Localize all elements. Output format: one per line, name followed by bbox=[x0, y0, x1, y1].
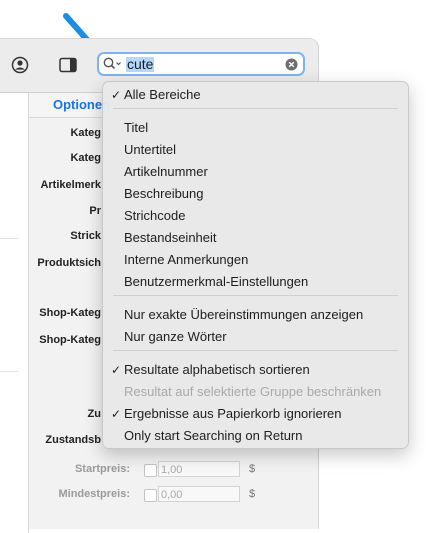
form-label: Kateg bbox=[70, 127, 101, 139]
search-icon[interactable] bbox=[103, 57, 123, 76]
menu-item-label: Resultat auf selektierte Gruppe beschrän… bbox=[124, 384, 382, 399]
form-label: Shop-Kateg bbox=[39, 307, 101, 319]
checkmark-icon: ✓ bbox=[111, 407, 122, 421]
menu-item: Resultat auf selektierte Gruppe beschrän… bbox=[103, 381, 408, 403]
menu-item[interactable]: Beschreibung bbox=[103, 183, 408, 205]
menu-item[interactable]: ✓ Alle Bereiche bbox=[103, 84, 408, 106]
checkmark-icon: ✓ bbox=[111, 88, 122, 102]
menu-separator bbox=[113, 295, 398, 296]
menu-item[interactable]: Interne Anmerkungen bbox=[103, 249, 408, 271]
checkmark-icon: ✓ bbox=[111, 363, 122, 377]
price-input[interactable]: 1,00 bbox=[158, 461, 240, 477]
form-label: Strick bbox=[70, 230, 101, 242]
menu-item-label: Strichcode bbox=[124, 208, 186, 223]
menu-item[interactable]: Nur exakte Übereinstimmungen anzeigen bbox=[103, 304, 408, 326]
menu-item-label: Interne Anmerkungen bbox=[124, 252, 249, 267]
currency-unit: $ bbox=[249, 488, 256, 500]
price-label: Startpreis: bbox=[74, 463, 130, 475]
price-label: Mindestpreis: bbox=[58, 488, 130, 500]
menu-item[interactable]: Bestandseinheit bbox=[103, 227, 408, 249]
menu-item-label: Titel bbox=[124, 120, 149, 135]
search-input[interactable]: cute bbox=[126, 57, 155, 72]
menu-item-label: Ergebnisse aus Papierkorb ignorieren bbox=[124, 406, 342, 421]
menu-item-label: Resultate alphabetisch sortieren bbox=[124, 362, 310, 377]
menu-item[interactable]: Benutzermerkmal-Einstellungen bbox=[103, 271, 408, 293]
menu-item-label: Only start Searching on Return bbox=[124, 428, 303, 443]
price-checkbox[interactable] bbox=[144, 489, 157, 502]
price-input[interactable]: 0,00 bbox=[158, 486, 240, 502]
price-checkbox[interactable] bbox=[144, 464, 157, 477]
user-circle-icon[interactable] bbox=[10, 55, 30, 75]
menu-item[interactable]: Titel bbox=[103, 117, 408, 139]
price-row: Mindestpreis: 0,00 $ bbox=[0, 485, 318, 505]
search-options-menu: ✓ Alle Bereiche Titel Untertitel Artikelnumm… bbox=[102, 81, 409, 449]
menu-item-label: Alle Bereiche bbox=[124, 87, 201, 102]
price-row: Startpreis: 1,00 $ bbox=[0, 460, 318, 480]
menu-item[interactable]: Strichcode bbox=[103, 205, 408, 227]
menu-item[interactable]: ✓ Ergebnisse aus Papierkorb ignorieren bbox=[103, 403, 408, 425]
menu-item[interactable]: Nur ganze Wörter bbox=[103, 326, 408, 348]
chevron-down-icon bbox=[116, 62, 121, 66]
menu-item-label: Benutzermerkmal-Einstellungen bbox=[124, 274, 309, 289]
search-field[interactable]: cute bbox=[97, 52, 305, 76]
currency-unit: $ bbox=[249, 463, 256, 475]
form-label: Artikelmerk bbox=[40, 179, 101, 191]
menu-item-label: Artikelnummer bbox=[124, 164, 208, 179]
menu-item-label: Beschreibung bbox=[124, 186, 204, 201]
sidebar-toggle-icon[interactable] bbox=[58, 55, 78, 75]
menu-item[interactable]: ✓ Resultate alphabetisch sortieren bbox=[103, 359, 408, 381]
menu-separator bbox=[113, 350, 398, 351]
menu-item[interactable]: Artikelnummer bbox=[103, 161, 408, 183]
form-label: Zu bbox=[87, 408, 101, 420]
menu-item[interactable]: Only start Searching on Return bbox=[103, 425, 408, 447]
clear-icon[interactable] bbox=[285, 58, 298, 76]
form-label: Kateg bbox=[70, 152, 101, 164]
menu-item-label: Nur exakte Übereinstimmungen anzeigen bbox=[124, 307, 364, 322]
menu-item[interactable]: Untertitel bbox=[103, 139, 408, 161]
menu-separator bbox=[113, 108, 398, 109]
form-label: Produktsich bbox=[37, 257, 101, 269]
form-label: Pr bbox=[89, 205, 101, 217]
menu-item-label: Nur ganze Wörter bbox=[124, 329, 227, 344]
menu-item-label: Untertitel bbox=[124, 142, 177, 157]
menu-item-label: Bestandseinheit bbox=[124, 230, 217, 245]
form-label: Zustandsb bbox=[45, 434, 101, 446]
form-label: Shop-Kateg bbox=[39, 334, 101, 346]
